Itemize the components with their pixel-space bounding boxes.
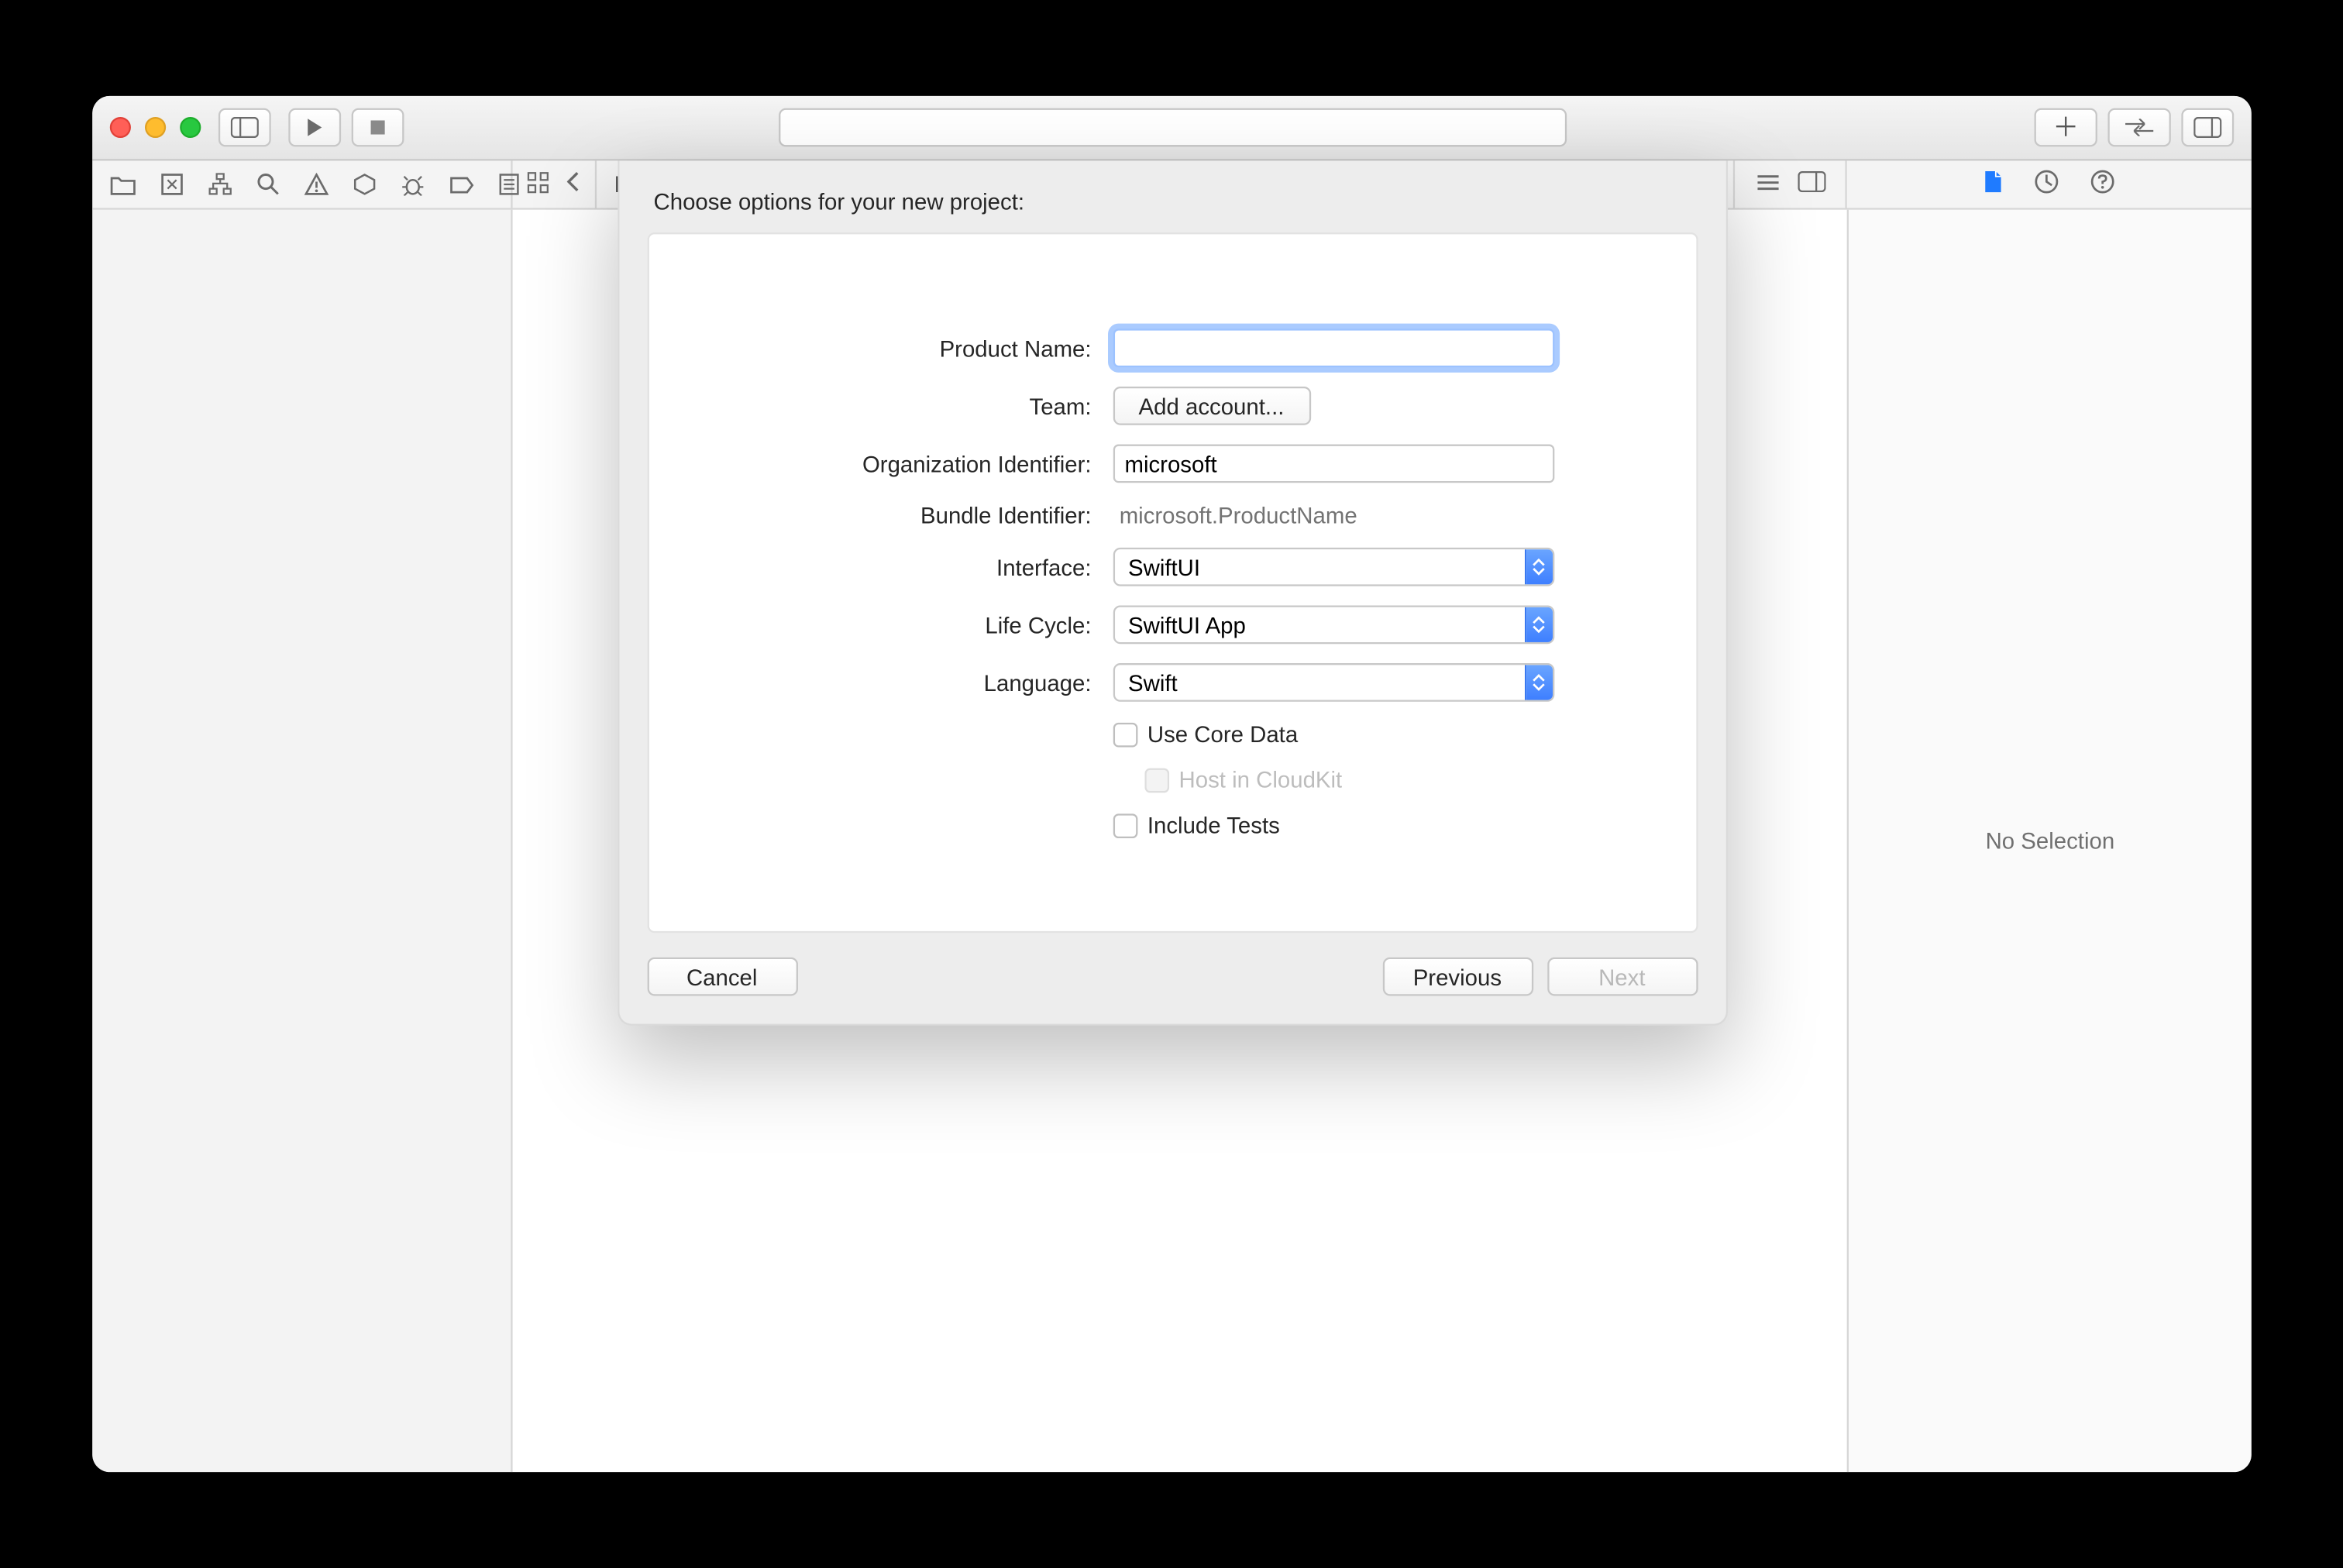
swap-arrows-icon <box>2123 119 2155 136</box>
help-inspector-icon[interactable] <box>2090 170 2114 199</box>
form-panel: Product Name: Team: Add account... Organ… <box>646 232 1697 933</box>
tests-icon[interactable] <box>353 170 375 198</box>
bundle-id-label: Bundle Identifier: <box>776 502 1091 528</box>
include-tests-checkbox[interactable] <box>1112 813 1137 837</box>
stop-button[interactable] <box>351 108 404 147</box>
use-core-data-label: Use Core Data <box>1147 721 1297 748</box>
editor-options <box>1735 160 1847 208</box>
life-cycle-label: Life Cycle: <box>776 611 1091 638</box>
find-icon[interactable] <box>256 170 279 198</box>
window-controls <box>109 117 201 138</box>
toggle-navigator-button[interactable] <box>218 108 270 147</box>
activity-status-bar <box>777 108 1565 147</box>
org-id-field[interactable] <box>1112 445 1553 483</box>
close-window-button[interactable] <box>109 117 130 138</box>
history-inspector-icon[interactable] <box>2034 170 2059 199</box>
sheet-title: Choose options for your new project: <box>653 189 1697 215</box>
sidebar-icon <box>230 117 258 138</box>
interface-dropdown[interactable]: SwiftUI <box>1112 548 1553 586</box>
sidebar-right-icon <box>2193 117 2221 138</box>
editor-history-buttons <box>512 160 596 208</box>
host-cloudkit-checkbox <box>1144 768 1168 793</box>
project-navigator <box>92 210 512 1472</box>
previous-button[interactable]: Previous <box>1381 958 1532 996</box>
cancel-button[interactable]: Cancel <box>646 958 796 996</box>
new-project-options-sheet: Choose options for your new project: Pro… <box>617 160 1727 1025</box>
minimize-window-button[interactable] <box>145 117 166 138</box>
next-button: Next <box>1547 958 1697 996</box>
inspector-panel: No Selection <box>1846 210 2251 1472</box>
include-tests-label: Include Tests <box>1147 812 1279 838</box>
add-account-button[interactable]: Add account... <box>1112 387 1310 425</box>
play-icon <box>305 117 323 138</box>
run-button[interactable] <box>288 108 341 147</box>
product-name-label: Product Name: <box>776 335 1091 361</box>
symbols-icon[interactable] <box>208 170 232 198</box>
sheet-actions: Cancel Previous Next <box>646 958 1697 996</box>
language-dropdown[interactable]: Swift <box>1112 663 1553 702</box>
source-control-icon[interactable] <box>160 170 183 198</box>
file-inspector-icon[interactable] <box>1983 170 2003 199</box>
back-icon[interactable] <box>566 171 580 198</box>
toggle-inspector-button[interactable] <box>2181 108 2234 147</box>
chevron-up-down-icon <box>1523 607 1551 642</box>
chevron-up-down-icon <box>1523 549 1551 584</box>
related-items-icon[interactable] <box>526 170 549 198</box>
add-editor-icon[interactable] <box>1797 171 1825 198</box>
product-name-field[interactable] <box>1112 328 1553 367</box>
code-review-button[interactable] <box>2107 108 2170 147</box>
inspector-no-selection: No Selection <box>1985 828 2114 854</box>
team-label: Team: <box>776 393 1091 419</box>
life-cycle-dropdown[interactable]: SwiftUI App <box>1112 605 1553 644</box>
plus-icon: ＋ <box>2052 115 2079 141</box>
navigator-tabs <box>92 160 512 208</box>
xcode-window: ＋ <box>92 96 2252 1472</box>
bundle-id-value: microsoft.ProductName <box>1112 502 1567 528</box>
stop-icon <box>369 119 387 136</box>
zoom-window-button[interactable] <box>180 117 201 138</box>
language-label: Language: <box>776 669 1091 696</box>
inspector-tabs <box>1846 160 2251 208</box>
interface-label: Interface: <box>776 554 1091 580</box>
org-id-label: Organization Identifier: <box>776 450 1091 476</box>
issues-icon[interactable] <box>304 170 329 198</box>
use-core-data-checkbox[interactable] <box>1112 722 1137 747</box>
editor-options-icon[interactable] <box>1755 171 1780 198</box>
chevron-up-down-icon <box>1523 665 1551 700</box>
library-button[interactable]: ＋ <box>2034 108 2097 147</box>
folder-icon[interactable] <box>109 170 136 198</box>
debug-icon[interactable] <box>400 170 425 198</box>
host-cloudkit-label: Host in CloudKit <box>1178 766 1342 793</box>
titlebar: ＋ <box>92 96 2252 161</box>
breakpoints-icon[interactable] <box>449 170 474 198</box>
